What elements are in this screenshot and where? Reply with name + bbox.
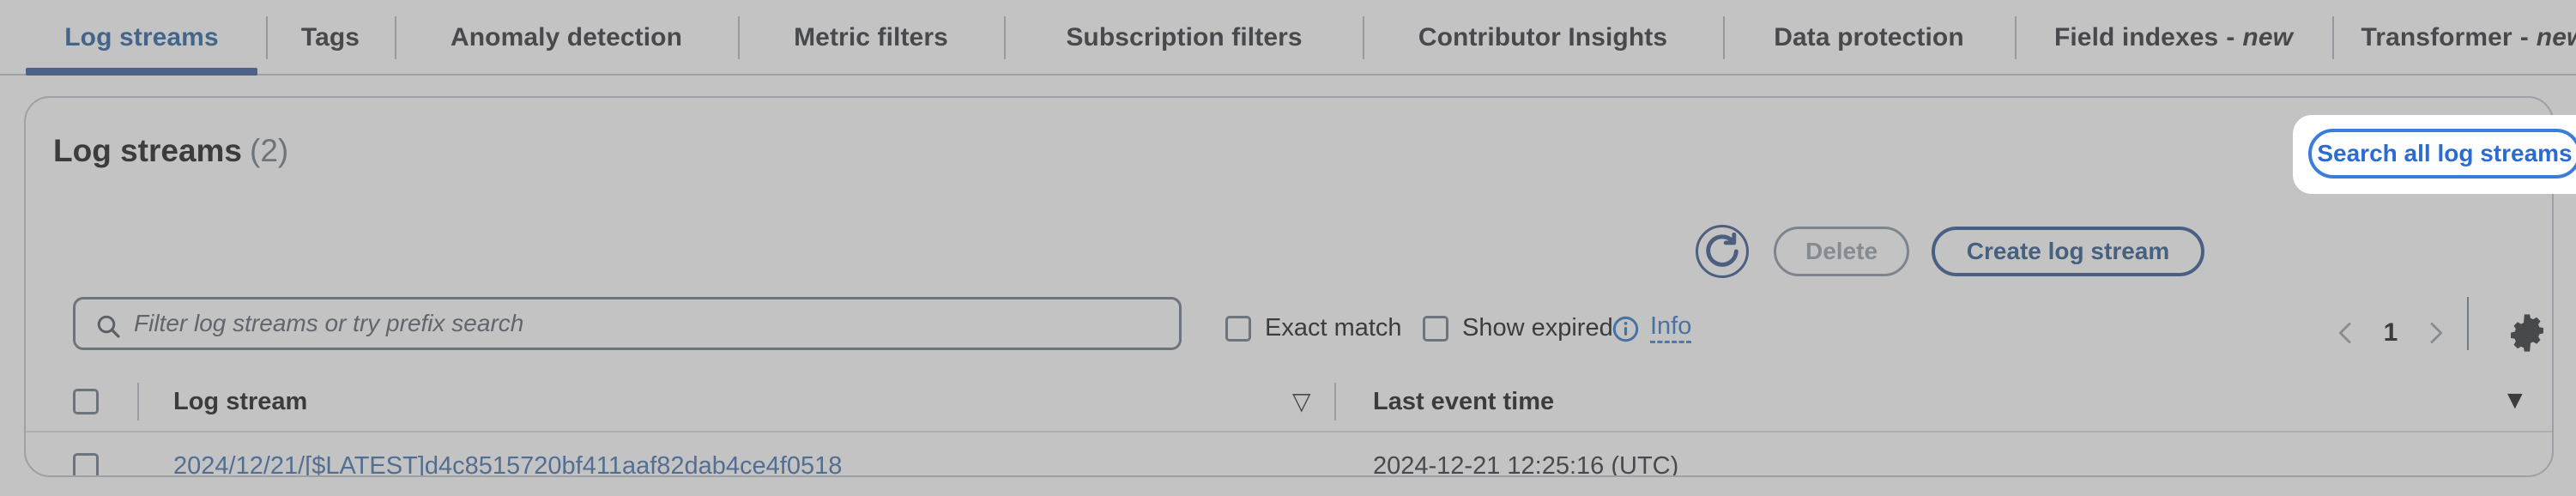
tab-label: Data protection [1774,23,1964,51]
search-input[interactable] [134,299,1164,348]
exact-match-checkbox[interactable] [1225,315,1251,342]
tab-transformer[interactable]: Transformer-new [2341,0,2576,76]
search-icon [97,315,120,338]
info-link-label: Info [1650,314,1692,343]
toolbar-divider [2467,297,2469,350]
screen: Log streams Tags Anomaly detection Metric f… [0,0,2576,496]
chevron-left-icon [2338,322,2351,344]
tab-label: Log streams [64,23,219,51]
column-header-last-event-time[interactable]: Last event time [1373,388,1554,416]
show-expired-label: Show expired [1462,314,1613,342]
log-streams-table: Log stream ▽ Last event time ▼ 2024/12/2… [26,372,2552,477]
tab-separator [1723,16,1725,59]
log-stream-link[interactable]: 2024/12/21/[$LATEST]d4c8515720bf411aaf82… [173,452,842,476]
page-title: Log streams (2) [53,133,288,169]
table-row[interactable]: 2024/12/21/[$LATEST]d4c8515720bf411aaf82… [26,431,2552,477]
refresh-icon [1706,232,1738,267]
tab-contributor-insights[interactable]: Contributor Insights [1371,0,1714,76]
tab-separator [395,16,396,59]
cloudwatch-log-streams-page: Log streams Tags Anomaly detection Metric f… [0,0,2576,496]
sort-icon-last-event-time[interactable]: ▼ [2502,388,2528,414]
log-streams-panel: Log streams(2) Delete Create log stream [24,96,2554,477]
tab-anomaly-detection[interactable]: Anomaly detection [403,0,729,76]
tab-tags[interactable]: Tags [275,0,386,76]
tab-label: Subscription filters [1066,23,1303,51]
pagination: 1 [2324,311,2458,355]
gear-icon [2511,314,2543,352]
table-settings-button[interactable] [2505,311,2549,355]
create-log-stream-button[interactable]: Create log stream [1932,227,2204,276]
tab-separator [2015,16,2017,59]
tab-new-badge: new [2242,23,2294,51]
tab-separator [266,16,268,59]
tab-log-streams[interactable]: Log streams [26,0,257,76]
tab-separator [1004,16,1006,59]
row-checkbox[interactable] [73,453,99,475]
table-header-row: Log stream ▽ Last event time ▼ [26,372,2552,431]
tab-label: Anomaly detection [450,23,683,51]
exact-match-label: Exact match [1265,314,1402,342]
column-header-log-stream[interactable]: Log stream [173,388,307,416]
info-link[interactable]: Info [1612,314,1692,343]
sort-icon-log-stream[interactable]: ▽ [1292,390,1311,414]
tab-data-protection[interactable]: Data protection [1732,0,2006,76]
chevron-right-icon [2430,322,2443,344]
next-page-button[interactable] [2413,311,2458,355]
tab-suffix-dash: - [2519,23,2529,51]
tab-label: Field indexes [2053,23,2219,51]
tab-label: Tags [300,23,360,51]
tab-label: Contributor Insights [1418,23,1668,51]
search-all-log-streams-button[interactable]: Search all log streams [2308,129,2576,178]
exact-match-checkbox-row[interactable]: Exact match [1225,314,1402,342]
tab-separator [1363,16,1364,59]
info-circle-icon [1612,316,1639,342]
tab-subscription-filters[interactable]: Subscription filters [1013,0,1356,76]
page-title-text: Log streams [53,133,243,168]
log-stream-count: (2) [250,133,289,168]
tab-suffix-dash: - [2226,23,2235,51]
tab-label: Transformer [2361,23,2513,51]
delete-button[interactable]: Delete [1774,227,1909,276]
tab-label: Metric filters [794,23,948,51]
active-tab-underline [26,68,257,76]
current-page-number[interactable]: 1 [2368,318,2413,348]
show-expired-checkbox[interactable] [1423,315,1448,342]
refresh-button[interactable] [1696,225,1749,278]
tab-separator [2332,16,2334,59]
tab-metric-filters[interactable]: Metric filters [747,0,995,76]
tab-separator [738,16,740,59]
filter-input-container[interactable] [73,297,1182,350]
header-divider [1334,383,1336,420]
tab-field-indexes[interactable]: Field indexes - new [2023,0,2324,76]
tab-new-badge: new [2536,23,2576,51]
previous-page-button[interactable] [2324,311,2368,355]
show-expired-checkbox-row[interactable]: Show expired [1423,314,1613,342]
header-divider [137,383,139,420]
tab-bar: Log streams Tags Anomaly detection Metric f… [0,0,2576,76]
last-event-time-value: 2024-12-21 12:25:16 (UTC) [1373,451,1679,477]
select-all-checkbox[interactable] [73,389,99,414]
